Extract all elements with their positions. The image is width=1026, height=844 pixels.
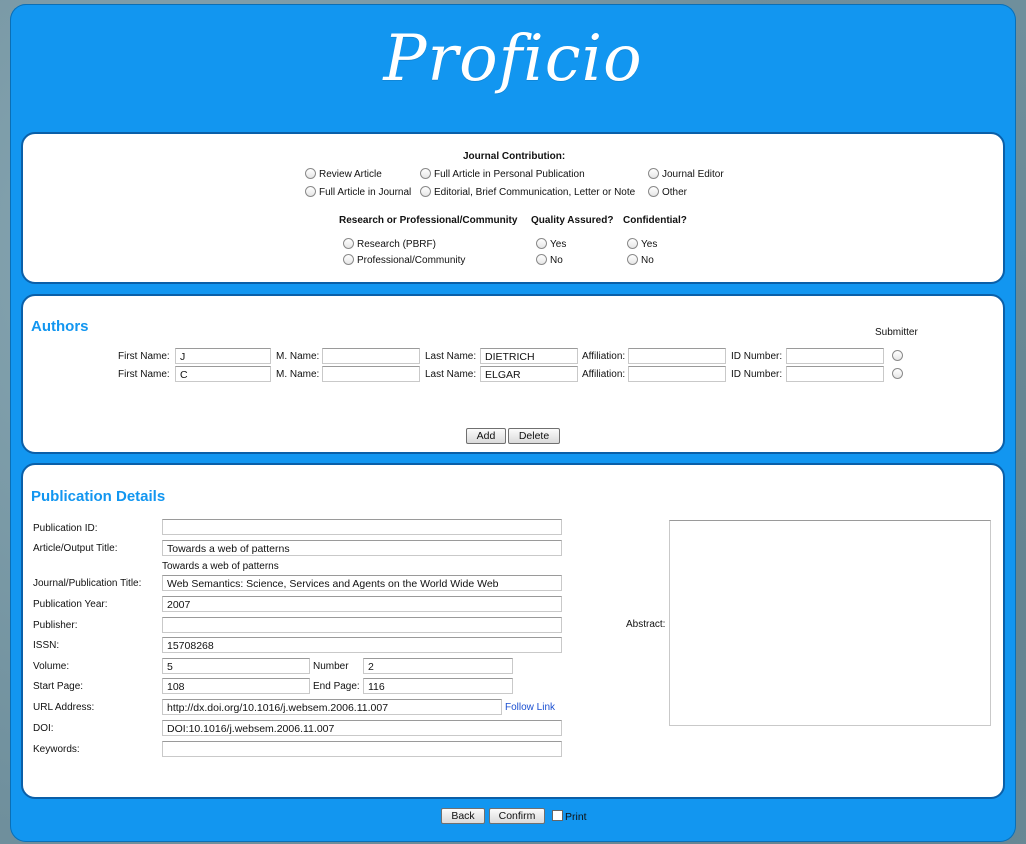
doi-input[interactable]: DOI:10.1016/j.websem.2006.11.007: [162, 720, 562, 736]
journal-title-input[interactable]: Web Semantics: Science, Services and Age…: [162, 575, 562, 591]
radio-icon[interactable]: [627, 238, 638, 249]
radio-icon[interactable]: [648, 186, 659, 197]
radio-journal-editor[interactable]: Journal Editor: [648, 168, 724, 180]
follow-link[interactable]: Follow Link: [505, 702, 555, 713]
article-title-label: Article/Output Title:: [33, 543, 118, 554]
id-number-label: ID Number:: [731, 351, 783, 362]
radio-confidential-no[interactable]: No: [627, 254, 654, 266]
print-checkbox[interactable]: [552, 810, 563, 821]
radio-quality-yes[interactable]: Yes: [536, 238, 566, 250]
radio-full-article-journal[interactable]: Full Article in Journal: [305, 186, 411, 198]
submitter-radio[interactable]: [892, 368, 906, 380]
radio-icon[interactable]: [420, 186, 431, 197]
radio-icon[interactable]: [420, 168, 431, 179]
last-name-input[interactable]: DIETRICH: [480, 348, 578, 364]
last-name-label: Last Name:: [425, 351, 477, 362]
radio-icon[interactable]: [892, 368, 903, 379]
first-name-input[interactable]: C: [175, 366, 271, 382]
affiliation-label: Affiliation:: [582, 369, 626, 380]
affiliation-input[interactable]: [628, 366, 726, 382]
number-input[interactable]: 2: [363, 658, 513, 674]
radio-icon[interactable]: [536, 238, 547, 249]
confirm-button[interactable]: Confirm: [489, 808, 545, 824]
radio-icon[interactable]: [343, 254, 354, 265]
keywords-label: Keywords:: [33, 744, 80, 755]
add-author-button[interactable]: Add: [466, 428, 506, 444]
article-title-echo: Towards a web of patterns: [162, 561, 279, 572]
contribution-panel: Journal Contribution: Review Article Ful…: [21, 132, 1005, 284]
middle-name-label: M. Name:: [276, 369, 320, 380]
radio-icon[interactable]: [648, 168, 659, 179]
abstract-label: Abstract:: [626, 619, 666, 630]
submitter-radio[interactable]: [892, 350, 906, 362]
publication-year-input[interactable]: 2007: [162, 596, 562, 612]
submitter-heading: Submitter: [875, 327, 918, 338]
back-button[interactable]: Back: [441, 808, 485, 824]
radio-other[interactable]: Other: [648, 186, 687, 198]
issn-input[interactable]: 15708268: [162, 637, 562, 653]
publication-year-label: Publication Year:: [33, 599, 108, 610]
middle-name-input[interactable]: [322, 366, 420, 382]
radio-editorial[interactable]: Editorial, Brief Communication, Letter o…: [420, 186, 635, 198]
first-name-input[interactable]: J: [175, 348, 271, 364]
first-name-label: First Name:: [118, 351, 170, 362]
id-number-label: ID Number:: [731, 369, 783, 380]
radio-full-article-personal[interactable]: Full Article in Personal Publication: [420, 168, 585, 180]
publisher-input[interactable]: [162, 617, 562, 633]
last-name-input[interactable]: ELGAR: [480, 366, 578, 382]
radio-review-article[interactable]: Review Article: [305, 168, 382, 180]
last-name-label: Last Name:: [425, 369, 477, 380]
doi-label: DOI:: [33, 723, 54, 734]
publication-id-label: Publication ID:: [33, 523, 98, 534]
journal-title-label: Journal/Publication Title:: [33, 578, 142, 589]
publication-heading: Publication Details: [31, 488, 166, 505]
proficio-logo: Proficio: [383, 22, 643, 96]
radio-icon[interactable]: [343, 238, 354, 249]
app-frame: Proficio Journal Contribution: Review Ar…: [10, 4, 1016, 842]
middle-name-input[interactable]: [322, 348, 420, 364]
start-page-input[interactable]: 108: [162, 678, 310, 694]
authors-panel: Authors Submitter First Name: J M. Name:…: [21, 294, 1005, 454]
end-page-input[interactable]: 116: [363, 678, 513, 694]
authors-heading: Authors: [31, 318, 89, 335]
radio-quality-no[interactable]: No: [536, 254, 563, 266]
quality-heading: Quality Assured?: [531, 215, 614, 226]
volume-label: Volume:: [33, 661, 70, 672]
journal-contribution-heading: Journal Contribution:: [463, 151, 566, 162]
radio-confidential-yes[interactable]: Yes: [627, 238, 657, 250]
start-page-label: Start Page:: [33, 681, 84, 692]
end-page-label: End Page:: [313, 681, 360, 692]
confidential-heading: Confidential?: [623, 215, 687, 226]
radio-icon[interactable]: [305, 186, 316, 197]
affiliation-label: Affiliation:: [582, 351, 626, 362]
number-label: Number: [313, 661, 349, 672]
abstract-textarea[interactable]: [669, 520, 991, 726]
publication-panel: Publication Details Publication ID: Arti…: [21, 463, 1005, 799]
affiliation-input[interactable]: [628, 348, 726, 364]
url-label: URL Address:: [33, 702, 95, 713]
publisher-label: Publisher:: [33, 620, 78, 631]
radio-icon[interactable]: [892, 350, 903, 361]
print-option[interactable]: Print: [552, 810, 587, 823]
article-title-input[interactable]: Towards a web of patterns: [162, 540, 562, 556]
keywords-input[interactable]: [162, 741, 562, 757]
publication-id-input[interactable]: [162, 519, 562, 535]
first-name-label: First Name:: [118, 369, 170, 380]
radio-icon[interactable]: [305, 168, 316, 179]
url-input[interactable]: http://dx.doi.org/10.1016/j.websem.2006.…: [162, 699, 502, 715]
middle-name-label: M. Name:: [276, 351, 320, 362]
volume-input[interactable]: 5: [162, 658, 310, 674]
radio-icon[interactable]: [627, 254, 638, 265]
issn-label: ISSN:: [33, 640, 60, 651]
id-number-input[interactable]: [786, 348, 884, 364]
radio-research-pbrf[interactable]: Research (PBRF): [343, 238, 436, 250]
delete-author-button[interactable]: Delete: [508, 428, 560, 444]
research-heading: Research or Professional/Community: [339, 215, 518, 226]
id-number-input[interactable]: [786, 366, 884, 382]
radio-icon[interactable]: [536, 254, 547, 265]
radio-professional-community[interactable]: Professional/Community: [343, 254, 465, 266]
